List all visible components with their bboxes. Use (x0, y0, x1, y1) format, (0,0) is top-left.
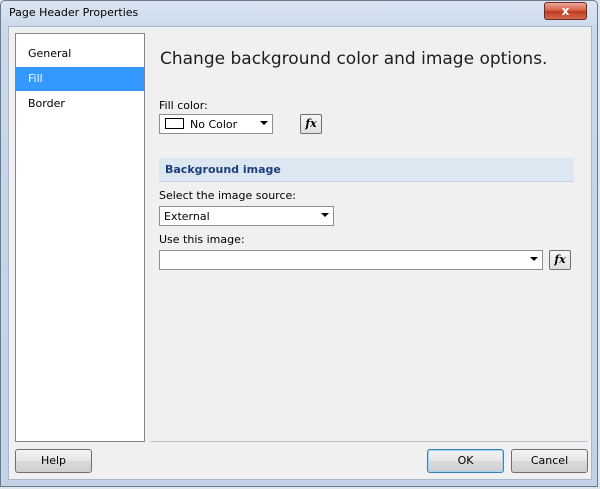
fill-color-value: No Color (190, 118, 238, 131)
page-nav: General Fill Border (15, 33, 145, 442)
color-swatch-icon (165, 118, 184, 129)
ok-button[interactable]: OK (427, 449, 504, 473)
fill-color-expression-button[interactable]: fx (300, 114, 322, 134)
background-image-section-header: Background image (159, 158, 574, 182)
nav-item-general[interactable]: General (16, 42, 144, 66)
dialog-body: General Fill Border Change background co… (8, 26, 592, 480)
close-icon: x (561, 4, 570, 18)
chevron-down-icon (530, 257, 538, 261)
dialog-window: Page Header Properties x General Fill Bo… (0, 0, 598, 487)
fill-color-label: Fill color: (159, 99, 208, 112)
image-source-label: Select the image source: (159, 189, 296, 202)
help-button[interactable]: Help (15, 449, 92, 473)
chevron-down-icon (260, 121, 268, 125)
nav-item-border[interactable]: Border (16, 92, 144, 116)
title-bar: Page Header Properties x (1, 1, 597, 25)
image-source-value: External (164, 210, 210, 223)
cancel-button[interactable]: Cancel (511, 449, 588, 473)
fx-icon: fx (305, 117, 317, 130)
fill-color-dropdown[interactable]: No Color (159, 114, 273, 134)
window-title: Page Header Properties (9, 6, 139, 19)
image-source-dropdown[interactable]: External (159, 206, 334, 226)
section-title: Background image (165, 163, 281, 176)
fx-icon: fx (554, 253, 566, 266)
use-image-label: Use this image: (159, 233, 245, 246)
use-image-combobox[interactable] (159, 250, 543, 270)
nav-item-fill[interactable]: Fill (16, 67, 144, 91)
chevron-down-icon (321, 213, 329, 217)
page-heading: Change background color and image option… (160, 49, 548, 69)
use-image-expression-button[interactable]: fx (549, 250, 571, 270)
close-button[interactable]: x (544, 2, 587, 20)
footer-divider (150, 441, 588, 442)
